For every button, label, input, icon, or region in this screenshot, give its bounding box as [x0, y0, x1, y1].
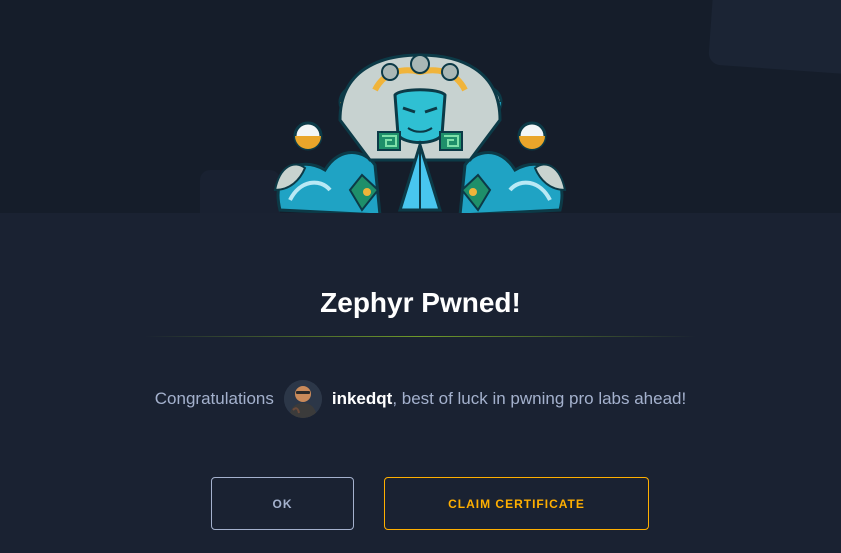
title-divider: [145, 336, 696, 337]
banner-decoration: [708, 0, 841, 76]
claim-certificate-button[interactable]: CLAIM CERTIFICATE: [384, 477, 649, 530]
header-banner: [0, 0, 841, 213]
username: inkedqt: [331, 389, 393, 408]
congratulations-message: Congratulations inkedqt , best of luck i…: [0, 378, 841, 420]
zephyr-emblem-icon: [273, 53, 567, 213]
user-avatar: [283, 380, 322, 418]
message-suffix: , best of luck in pwning pro labs ahead!: [392, 389, 687, 408]
page-title: Zephyr Pwned!: [320, 287, 521, 318]
ok-button[interactable]: OK: [211, 477, 354, 530]
message-prefix: Congratulations: [154, 389, 274, 408]
avatar-image: [283, 380, 322, 418]
banner-decoration: [200, 170, 280, 213]
